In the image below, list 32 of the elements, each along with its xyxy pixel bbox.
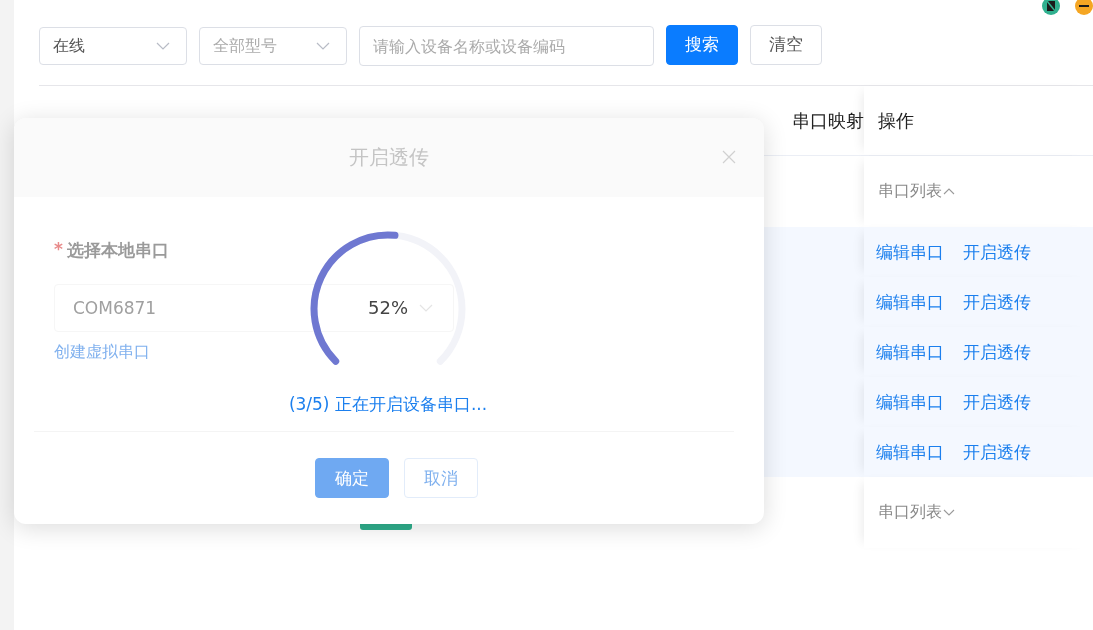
progress-reading: 52% [368,297,408,318]
column-header: 操作 [878,108,914,133]
serial-list-toggle[interactable]: 串口列表 [878,502,955,523]
status-select[interactable]: 在线 [39,27,187,65]
action-link[interactable]: 开启透传 [963,340,1031,364]
caret-icon [156,42,170,50]
dialog-button[interactable]: 取消 [404,458,478,498]
action-link[interactable]: 开启透传 [963,440,1031,464]
action-link[interactable]: 开启透传 [963,390,1031,414]
action-link[interactable]: 编辑串口 [876,240,944,264]
chevron-icon [943,188,955,195]
minimize-icon[interactable] [1074,0,1093,16]
toolbar-button[interactable]: 搜索 [666,24,738,65]
toolbar-button[interactable]: 清空 [750,24,822,65]
caret-icon [316,42,330,50]
progress-status: (3/5) 正在开启设备串口... [288,393,488,416]
search-field[interactable]: 请输入设备名称或设备编码 [359,26,654,66]
field-label: * 选择本地串口 [54,239,170,262]
create-virtual-port-link[interactable]: 创建虚拟串口 [54,342,150,363]
column-header: 串口映射 [792,108,864,133]
chevron-icon [943,509,955,516]
serial-list-toggle[interactable]: 串口列表 [878,181,955,202]
action-link[interactable]: 编辑串口 [876,290,944,314]
window-badge-icon [1041,0,1061,16]
action-link[interactable]: 编辑串口 [876,440,944,464]
action-link[interactable]: 开启透传 [963,290,1031,314]
model-select[interactable]: 全部型号 [199,27,347,65]
action-link[interactable]: 开启透传 [963,240,1031,264]
dialog-button[interactable]: 确定 [315,458,389,498]
caret-icon [419,304,433,312]
action-link[interactable]: 编辑串口 [876,340,944,364]
action-link[interactable]: 编辑串口 [876,390,944,414]
